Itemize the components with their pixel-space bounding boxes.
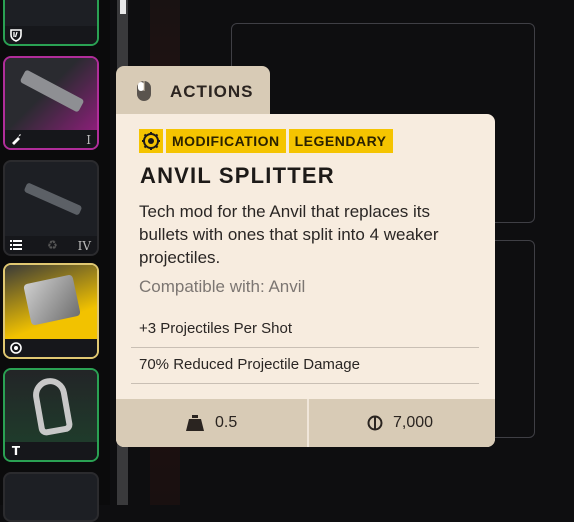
list-icon [9,238,23,252]
gear-icon [9,341,23,355]
weight-value: 0.5 [215,414,238,431]
slot-footer: T [5,442,97,460]
slot-footer: I [5,130,97,148]
item-art [5,58,97,130]
inventory-slot[interactable]: I [3,56,99,150]
tag-row: MODIFICATION LEGENDARY [139,129,393,153]
stat-text: 70% Reduced Projectile Damage [139,356,360,373]
stat-row: 70% Reduced Projectile Damage [131,347,479,384]
tier-label: IV [77,239,91,253]
item-art [5,370,97,442]
item-art [5,265,97,339]
inventory-slot[interactable]: T [3,368,99,462]
rarity-tag: LEGENDARY [288,129,393,153]
item-title: ANVIL SPLITTER [140,163,335,188]
slot-footer [5,339,97,357]
gear-icon [139,129,163,153]
scrollbar-thumb[interactable] [120,0,126,14]
price-value: 7,000 [393,414,434,431]
item-tooltip: MODIFICATION LEGENDARY ANVIL SPLITTER Te… [116,114,495,447]
footer-divider [307,399,309,447]
inventory-slot[interactable] [3,0,99,46]
category-tag: MODIFICATION [166,129,286,153]
recycle-icon: ♻ [47,238,58,252]
tooltip-footer: 0.5 7,000 [116,399,495,447]
coin-icon [367,415,383,431]
item-art [5,474,97,502]
actions-tab[interactable]: ACTIONS [116,66,270,118]
shield-icon [9,28,23,42]
mod-case-image [23,274,81,326]
mouse-icon [137,81,151,101]
assault-rifle-image [23,182,83,216]
t-icon: T [11,444,21,458]
weight-cell: 0.5 [185,399,237,447]
stat-text: +3 Projectiles Per Shot [139,320,292,337]
bullet-icon [9,132,23,146]
weight-icon [186,415,204,431]
rifle-image [19,69,85,113]
actions-label: ACTIONS [170,82,254,101]
item-description: Tech mod for the Anvil that replaces its… [139,202,439,267]
compatibility-text: Compatible with: Anvil [139,277,306,296]
knuckle-knife-image [30,375,74,437]
slot-footer [5,26,97,44]
inventory-slot-selected[interactable] [3,263,99,359]
item-art [5,0,97,26]
stat-row: +3 Projectiles Per Shot [131,311,479,348]
inventory-slot[interactable]: ♻ IV [3,160,99,256]
tier-label: I [86,133,91,147]
item-art [5,162,97,236]
slot-footer: ♻ IV [5,236,97,254]
price-cell: 7,000 [367,399,433,447]
inventory-slot[interactable] [3,472,99,522]
